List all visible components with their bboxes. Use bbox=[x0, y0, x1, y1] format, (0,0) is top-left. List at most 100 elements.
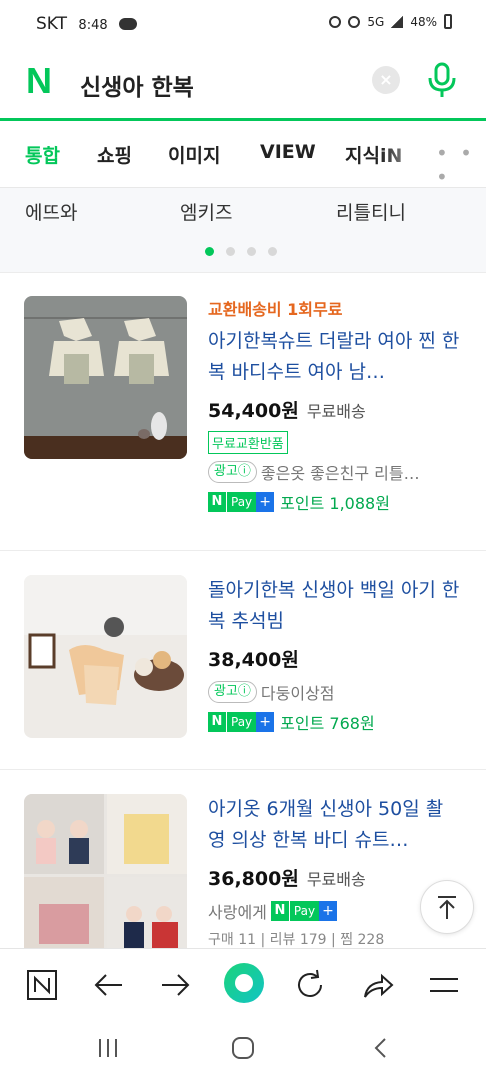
tab-fade bbox=[380, 121, 440, 187]
clock: 8:48 bbox=[78, 18, 108, 33]
product-price: 38,400원 bbox=[208, 649, 299, 671]
green-dot-icon bbox=[224, 963, 264, 1003]
refresh-button[interactable] bbox=[292, 967, 328, 1003]
recent-apps-icon[interactable] bbox=[96, 1036, 120, 1060]
product-title[interactable]: 아기옷 6개월 신생아 50일 촬영 의상 한복 바디 슈트… bbox=[208, 794, 460, 856]
product-card[interactable]: 교환배송비 1회무료 아기한복슈트 더랄라 여아 찐 한복 바디수트 여아 남…… bbox=[0, 272, 486, 551]
hanbok-photo-1 bbox=[24, 296, 187, 459]
carousel-indicator bbox=[205, 247, 277, 256]
system-nav-bar bbox=[0, 1020, 486, 1080]
tab-view[interactable]: VIEW bbox=[260, 141, 316, 163]
arrow-left-icon bbox=[94, 974, 122, 996]
product-info: 돌아기한복 신생아 백일 아기 한복 추석빔 38,400원 광고ⓘ 다둥이상점… bbox=[208, 575, 460, 734]
price-row: 38,400원 bbox=[208, 645, 460, 672]
search-input[interactable]: 신생아 한복 bbox=[80, 68, 194, 102]
product-card[interactable]: 아기옷 6개월 신생아 50일 촬영 의상 한복 바디 슈트… 36,800원 … bbox=[0, 770, 486, 948]
point-label: 포인트 1,088원 bbox=[280, 494, 390, 513]
product-price: 36,800원 bbox=[208, 868, 299, 890]
product-card[interactable]: 돌아기한복 신생아 백일 아기 한복 추석빔 38,400원 광고ⓘ 다둥이상점… bbox=[0, 551, 486, 770]
npay-plus: + bbox=[256, 712, 275, 732]
npay-n: N bbox=[270, 901, 289, 921]
signal-icon bbox=[391, 15, 404, 28]
back-button[interactable] bbox=[90, 967, 126, 1003]
tab-more-button[interactable]: • • • bbox=[436, 141, 486, 189]
shipping-label: 무료배송 bbox=[306, 402, 366, 421]
point-label: 포인트 768원 bbox=[280, 714, 375, 733]
brand-item[interactable]: 엠키즈 bbox=[180, 198, 232, 225]
npay-plus-icon: N Pay + bbox=[208, 492, 275, 512]
search-bar: N 신생아 한복 × bbox=[0, 50, 486, 116]
alarm-icon bbox=[348, 15, 361, 28]
product-title[interactable]: 돌아기한복 신생아 백일 아기 한복 추석빔 bbox=[208, 575, 460, 637]
browser-toolbar bbox=[0, 948, 486, 1021]
refresh-icon bbox=[298, 969, 322, 997]
hanbok-photo-3 bbox=[24, 794, 187, 948]
status-right: 5G 48% bbox=[329, 14, 452, 29]
npay-row: N Pay + 포인트 1,088원 bbox=[208, 490, 460, 514]
carrier-label: SKT bbox=[36, 14, 68, 34]
npay-pay: Pay bbox=[288, 901, 320, 921]
tab-integrated[interactable]: 통합 bbox=[25, 141, 60, 168]
npay-plus-icon: N Pay + bbox=[270, 901, 338, 921]
status-bar: SKT 8:48 5G 48% bbox=[0, 0, 486, 50]
free-return-badge: 무료교환반품 bbox=[208, 431, 288, 454]
tab-shopping[interactable]: 쇼핑 bbox=[97, 141, 132, 168]
ad-badge[interactable]: 광고ⓘ bbox=[208, 461, 257, 483]
tab-images[interactable]: 이미지 bbox=[168, 141, 220, 168]
menu-button[interactable] bbox=[426, 967, 462, 1003]
carousel-dot[interactable] bbox=[268, 247, 277, 256]
naver-n-icon bbox=[27, 970, 57, 1000]
seller-name[interactable]: 좋은옷 좋은친구 리틀… bbox=[261, 460, 420, 484]
shipping-label: 무료배송 bbox=[306, 870, 366, 889]
seller-row: 광고ⓘ 좋은옷 좋은친구 리틀… bbox=[208, 460, 460, 484]
cloud-icon bbox=[119, 18, 138, 30]
home-icon[interactable] bbox=[231, 1036, 255, 1060]
arrow-right-icon bbox=[162, 974, 190, 996]
naver-home-button[interactable] bbox=[24, 967, 60, 1003]
scroll-top-button[interactable] bbox=[420, 880, 474, 934]
carousel-dot[interactable] bbox=[247, 247, 256, 256]
share-icon bbox=[364, 973, 394, 998]
battery-icon bbox=[444, 14, 452, 29]
npay-pay: Pay bbox=[226, 712, 257, 732]
npay-plus: + bbox=[319, 901, 338, 921]
brand-item[interactable]: 리틀티니 bbox=[336, 198, 406, 225]
carousel-dot[interactable] bbox=[205, 247, 214, 256]
tab-bar: 통합 쇼핑 이미지 VIEW 지식iN • • • bbox=[0, 121, 486, 189]
hanbok-photo-2 bbox=[24, 575, 187, 738]
promo-label: 교환배송비 1회무료 bbox=[208, 300, 343, 319]
product-image[interactable] bbox=[24, 794, 187, 948]
naver-logo[interactable]: N bbox=[26, 63, 60, 99]
product-info: 교환배송비 1회무료 아기한복슈트 더랄라 여아 찐 한복 바디수트 여아 남…… bbox=[208, 296, 460, 514]
price-row: 54,400원 무료배송 bbox=[208, 396, 460, 423]
hamburger-icon bbox=[430, 978, 458, 992]
npay-plus: + bbox=[256, 492, 275, 512]
arrow-up-icon bbox=[438, 896, 456, 919]
seller-row: 광고ⓘ 다둥이상점 bbox=[208, 680, 460, 704]
ad-badge[interactable]: 광고ⓘ bbox=[208, 681, 257, 703]
brand-item[interactable]: 에뜨와 bbox=[25, 198, 77, 225]
network-label: 5G bbox=[367, 14, 385, 29]
npay-n: N bbox=[208, 712, 226, 732]
notification-icon bbox=[329, 15, 342, 28]
product-image[interactable] bbox=[24, 575, 187, 738]
brand-carousel: 에뜨와 엠키즈 리틀티니 bbox=[0, 188, 486, 273]
back-nav-icon[interactable] bbox=[369, 1036, 393, 1060]
npay-row: N Pay + 포인트 768원 bbox=[208, 710, 460, 734]
product-price: 54,400원 bbox=[208, 400, 299, 422]
clear-button[interactable]: × bbox=[372, 66, 400, 94]
product-title[interactable]: 아기한복슈트 더랄라 여아 찐 한복 바디수트 여아 남… bbox=[208, 326, 460, 388]
npay-plus-icon: N Pay + bbox=[208, 712, 275, 732]
green-dot-button[interactable] bbox=[222, 961, 266, 1005]
seller-name[interactable]: 사랑에게 bbox=[208, 899, 267, 923]
battery-label: 48% bbox=[410, 14, 437, 29]
carousel-dot[interactable] bbox=[226, 247, 235, 256]
share-button[interactable] bbox=[360, 967, 396, 1003]
product-image[interactable] bbox=[24, 296, 187, 459]
mic-button[interactable] bbox=[424, 60, 460, 100]
status-left: SKT 8:48 bbox=[36, 14, 138, 34]
forward-button[interactable] bbox=[158, 967, 194, 1003]
npay-n: N bbox=[208, 492, 226, 512]
microphone-icon bbox=[428, 62, 456, 97]
seller-name[interactable]: 다둥이상점 bbox=[261, 680, 335, 704]
